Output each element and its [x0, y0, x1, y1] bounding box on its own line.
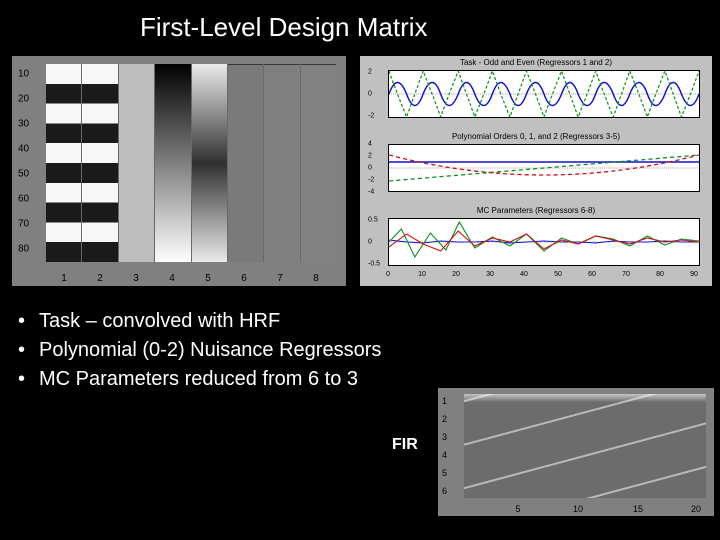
ytick: 0 — [368, 165, 372, 172]
fir-ytick: 5 — [442, 468, 447, 478]
dm-ytick: 10 — [18, 69, 29, 80]
fir-xtick: 15 — [633, 504, 643, 514]
fir-xtick: 20 — [691, 504, 701, 514]
ytick: -2 — [368, 113, 374, 120]
fir-xtick: 10 — [573, 504, 583, 514]
ytick: 4 — [368, 141, 372, 148]
dm-ytick: 40 — [18, 144, 29, 155]
ytick: 0 — [368, 91, 372, 98]
ytick: 0.5 — [368, 217, 378, 224]
xtick: 90 — [690, 271, 698, 278]
xtick: 40 — [520, 271, 528, 278]
fir-ytick: 6 — [442, 486, 447, 496]
dm-ytick: 60 — [18, 194, 29, 205]
dm-xtick: 1 — [61, 273, 67, 284]
subplot-axes — [388, 70, 700, 118]
fir-ytick: 4 — [442, 450, 447, 460]
xtick: 20 — [452, 271, 460, 278]
bullet-item: MC Parameters reduced from 6 to 3 — [18, 368, 381, 391]
dm-xtick: 3 — [133, 273, 139, 284]
dm-ytick: 30 — [18, 119, 29, 130]
ytick: -0.5 — [368, 261, 380, 268]
subplot-axes — [388, 218, 700, 266]
dm-col-4 — [155, 64, 191, 262]
dm-ytick: 80 — [18, 244, 29, 255]
dm-xtick: 4 — [169, 273, 175, 284]
mc-lines — [389, 219, 699, 265]
bullet-item: Task – convolved with HRF — [18, 310, 381, 333]
fir-label: FIR — [392, 436, 418, 454]
fir-panel: 1 2 3 4 5 6 5 10 15 20 — [438, 388, 714, 516]
fir-image — [464, 394, 706, 498]
xtick: 70 — [622, 271, 630, 278]
slide: First-Level Design Matrix 10 20 30 40 50… — [0, 0, 720, 540]
dm-col-2 — [82, 64, 118, 262]
subplot-title: MC Parameters (Regressors 6-8) — [477, 206, 595, 215]
dm-xtick: 8 — [313, 273, 319, 284]
ytick: -2 — [368, 177, 374, 184]
subplot-poly: Polynomial Orders 0, 1, and 2 (Regressor… — [366, 134, 706, 204]
ytick: 2 — [368, 69, 372, 76]
dm-xtick: 2 — [97, 273, 103, 284]
ytick: -4 — [368, 189, 374, 196]
ytick: 2 — [368, 153, 372, 160]
design-matrix-image — [46, 64, 336, 262]
task-lines — [389, 71, 699, 117]
dm-col-5 — [192, 64, 228, 262]
dm-col-1 — [46, 64, 82, 262]
xtick: 0 — [386, 271, 390, 278]
dm-ytick: 50 — [18, 169, 29, 180]
dm-xtick: 5 — [205, 273, 211, 284]
dm-col-8 — [301, 64, 336, 262]
dm-ytick: 20 — [18, 94, 29, 105]
xtick: 10 — [418, 271, 426, 278]
fir-ytick: 2 — [442, 414, 447, 424]
subplot-mc: MC Parameters (Regressors 6-8) -0.5 0 0.… — [366, 208, 706, 278]
subplot-title: Polynomial Orders 0, 1, and 2 (Regressor… — [452, 132, 620, 141]
ytick: 0 — [368, 239, 372, 246]
subplot-title: Task - Odd and Even (Regressors 1 and 2) — [460, 58, 612, 67]
fir-heatmap — [464, 394, 706, 498]
bullet-list: Task – convolved with HRF Polynomial (0-… — [18, 310, 381, 397]
dm-col-3 — [119, 64, 155, 262]
regressor-plots-panel: Task - Odd and Even (Regressors 1 and 2)… — [360, 56, 712, 286]
dm-xtick: 7 — [277, 273, 283, 284]
fir-ytick: 1 — [442, 396, 447, 406]
page-title: First-Level Design Matrix — [140, 12, 428, 43]
fir-xtick: 5 — [515, 504, 520, 514]
subplot-axes — [388, 144, 700, 192]
xtick: 60 — [588, 271, 596, 278]
xtick: 30 — [486, 271, 494, 278]
dm-ytick: 70 — [18, 219, 29, 230]
dm-col-7 — [264, 64, 300, 262]
subplot-task: Task - Odd and Even (Regressors 1 and 2)… — [366, 60, 706, 130]
poly-lines — [389, 145, 699, 191]
xtick: 50 — [554, 271, 562, 278]
dm-xtick: 6 — [241, 273, 247, 284]
fir-ytick: 3 — [442, 432, 447, 442]
bullet-item: Polynomial (0-2) Nuisance Regressors — [18, 339, 381, 362]
dm-col-6 — [228, 64, 264, 262]
xtick: 80 — [656, 271, 664, 278]
design-matrix-panel: 10 20 30 40 50 60 70 80 1 2 3 4 5 6 7 8 — [12, 56, 346, 286]
